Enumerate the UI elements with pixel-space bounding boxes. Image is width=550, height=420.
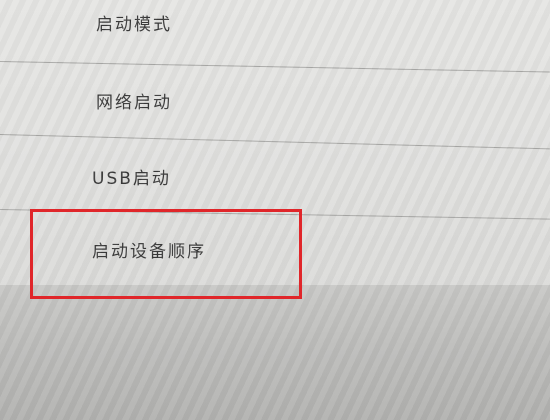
menu-item-boot-device-order[interactable]: 启动设备顺序 — [0, 213, 550, 285]
settings-screen: 启动模式 网络启动 USB启动 启动设备顺序 — [0, 0, 550, 420]
menu-item-label: 启动模式 — [96, 15, 172, 35]
menu-item-usb-boot[interactable]: USB启动 — [0, 137, 550, 209]
menu-item-label: 网络启动 — [96, 93, 172, 113]
menu-item-label: 启动设备顺序 — [92, 242, 206, 262]
menu-item-label: USB启动 — [92, 169, 171, 189]
boot-settings-menu: 启动模式 网络启动 USB启动 启动设备顺序 — [0, 0, 550, 290]
empty-panel-area — [0, 285, 550, 420]
menu-item-boot-mode[interactable]: 启动模式 — [0, 0, 550, 52]
menu-item-network-boot[interactable]: 网络启动 — [0, 60, 550, 132]
